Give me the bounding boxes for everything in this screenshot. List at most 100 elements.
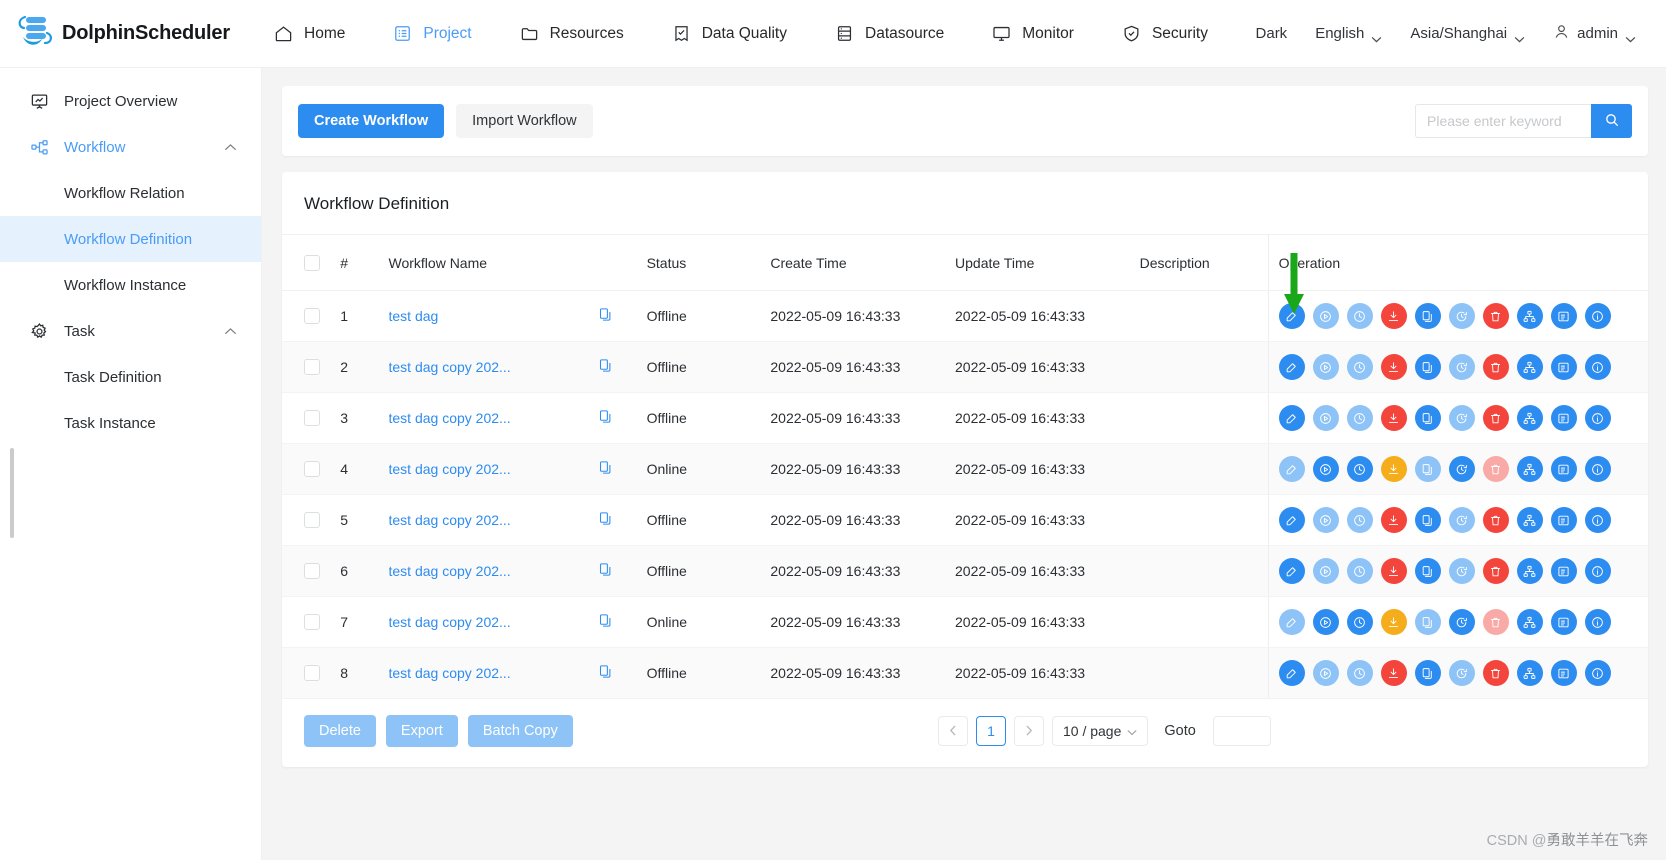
op-version-icon[interactable] [1584, 303, 1611, 329]
op-tree-icon[interactable] [1516, 558, 1543, 584]
row-checkbox[interactable] [304, 308, 320, 324]
nav-item-resources[interactable]: Resources [496, 0, 648, 68]
sidebar-item-workflow-relation[interactable]: Workflow Relation [0, 170, 261, 216]
op-download-icon[interactable] [1380, 354, 1407, 380]
row-checkbox[interactable] [304, 512, 320, 528]
timezone-selector[interactable]: Asia/Shanghai [1396, 0, 1539, 68]
op-edit-icon[interactable] [1278, 558, 1305, 584]
op-delete-icon[interactable] [1482, 609, 1509, 635]
op-export-icon[interactable] [1550, 609, 1577, 635]
nav-item-monitor[interactable]: Monitor [968, 0, 1098, 68]
sidebar-scrollbar[interactable] [10, 448, 14, 538]
op-version-icon[interactable] [1584, 507, 1611, 533]
op-copy-icon[interactable] [1414, 660, 1441, 686]
op-version-icon[interactable] [1584, 456, 1611, 482]
search-input[interactable] [1415, 104, 1591, 138]
user-menu[interactable]: admin [1539, 0, 1650, 68]
row-checkbox[interactable] [304, 665, 320, 681]
op-start-icon[interactable] [1312, 609, 1339, 635]
search-button[interactable] [1591, 104, 1632, 138]
op-timing-icon[interactable] [1346, 303, 1373, 329]
op-version-icon[interactable] [1584, 405, 1611, 431]
batch-copy-button[interactable]: Batch Copy [467, 715, 573, 747]
op-export-icon[interactable] [1550, 354, 1577, 380]
op-start-icon[interactable] [1312, 405, 1339, 431]
op-cron-icon[interactable] [1448, 405, 1475, 431]
op-edit-icon[interactable] [1278, 456, 1305, 482]
select-all-checkbox[interactable] [304, 254, 320, 271]
copy-name-icon[interactable] [598, 665, 613, 682]
copy-name-icon[interactable] [598, 614, 613, 631]
sidebar-item-project-overview[interactable]: Project Overview [0, 78, 261, 124]
op-cron-icon[interactable] [1448, 660, 1475, 686]
row-checkbox[interactable] [304, 563, 320, 579]
op-edit-icon[interactable] [1278, 405, 1305, 431]
op-download-icon[interactable] [1380, 558, 1407, 584]
op-timing-icon[interactable] [1346, 609, 1373, 635]
op-version-icon[interactable] [1584, 609, 1611, 635]
workflow-name-link[interactable]: test dag copy 202... [389, 665, 579, 681]
op-delete-icon[interactable] [1482, 354, 1509, 380]
op-delete-icon[interactable] [1482, 405, 1509, 431]
workflow-name-link[interactable]: test dag copy 202... [389, 512, 579, 528]
chevron-up-icon[interactable] [224, 323, 237, 340]
prev-page-button[interactable] [937, 716, 968, 746]
op-download-icon[interactable] [1380, 507, 1407, 533]
workflow-name-link[interactable]: test dag copy 202... [389, 461, 579, 477]
import-workflow-button[interactable]: Import Workflow [456, 104, 593, 138]
op-export-icon[interactable] [1550, 558, 1577, 584]
op-delete-icon[interactable] [1482, 558, 1509, 584]
delete-button[interactable]: Delete [304, 715, 376, 747]
page-number-1[interactable]: 1 [975, 716, 1006, 746]
op-export-icon[interactable] [1550, 660, 1577, 686]
op-copy-icon[interactable] [1414, 405, 1441, 431]
nav-item-home[interactable]: Home [250, 0, 369, 68]
op-edit-icon[interactable] [1278, 354, 1305, 380]
brand-logo[interactable]: DolphinScheduler [0, 11, 250, 56]
op-edit-icon[interactable] [1278, 507, 1305, 533]
row-checkbox[interactable] [304, 410, 320, 426]
op-tree-icon[interactable] [1516, 507, 1543, 533]
sidebar-item-task-instance[interactable]: Task Instance [0, 400, 261, 446]
page-size-selector[interactable]: 10 / page [1051, 716, 1149, 746]
op-delete-icon[interactable] [1482, 456, 1509, 482]
op-export-icon[interactable] [1550, 303, 1577, 329]
op-tree-icon[interactable] [1516, 660, 1543, 686]
op-timing-icon[interactable] [1346, 405, 1373, 431]
sidebar-item-workflow-definition[interactable]: Workflow Definition [0, 216, 261, 262]
op-download-icon[interactable] [1380, 609, 1407, 635]
copy-name-icon[interactable] [598, 512, 613, 529]
copy-name-icon[interactable] [598, 461, 613, 478]
row-checkbox[interactable] [304, 359, 320, 375]
copy-name-icon[interactable] [598, 410, 613, 427]
op-copy-icon[interactable] [1414, 507, 1441, 533]
op-cron-icon[interactable] [1448, 558, 1475, 584]
sidebar-group-workflow[interactable]: Workflow [0, 124, 261, 170]
op-delete-icon[interactable] [1482, 303, 1509, 329]
op-tree-icon[interactable] [1516, 609, 1543, 635]
goto-input[interactable] [1212, 716, 1271, 746]
create-workflow-button[interactable]: Create Workflow [298, 104, 445, 138]
op-delete-icon[interactable] [1482, 507, 1509, 533]
nav-item-data-quality[interactable]: Data Quality [648, 0, 811, 68]
op-export-icon[interactable] [1550, 405, 1577, 431]
op-tree-icon[interactable] [1516, 405, 1543, 431]
copy-name-icon[interactable] [598, 308, 613, 325]
op-version-icon[interactable] [1584, 558, 1611, 584]
op-timing-icon[interactable] [1346, 660, 1373, 686]
row-checkbox[interactable] [304, 614, 320, 630]
op-edit-icon[interactable] [1278, 660, 1305, 686]
op-tree-icon[interactable] [1516, 303, 1543, 329]
op-start-icon[interactable] [1312, 507, 1339, 533]
op-cron-icon[interactable] [1448, 456, 1475, 482]
op-download-icon[interactable] [1380, 660, 1407, 686]
op-version-icon[interactable] [1584, 660, 1611, 686]
workflow-name-link[interactable]: test dag [389, 308, 579, 324]
workflow-name-link[interactable]: test dag copy 202... [389, 410, 579, 426]
op-start-icon[interactable] [1312, 354, 1339, 380]
op-timing-icon[interactable] [1346, 354, 1373, 380]
op-start-icon[interactable] [1312, 660, 1339, 686]
op-copy-icon[interactable] [1414, 558, 1441, 584]
op-copy-icon[interactable] [1414, 456, 1441, 482]
op-timing-icon[interactable] [1346, 456, 1373, 482]
